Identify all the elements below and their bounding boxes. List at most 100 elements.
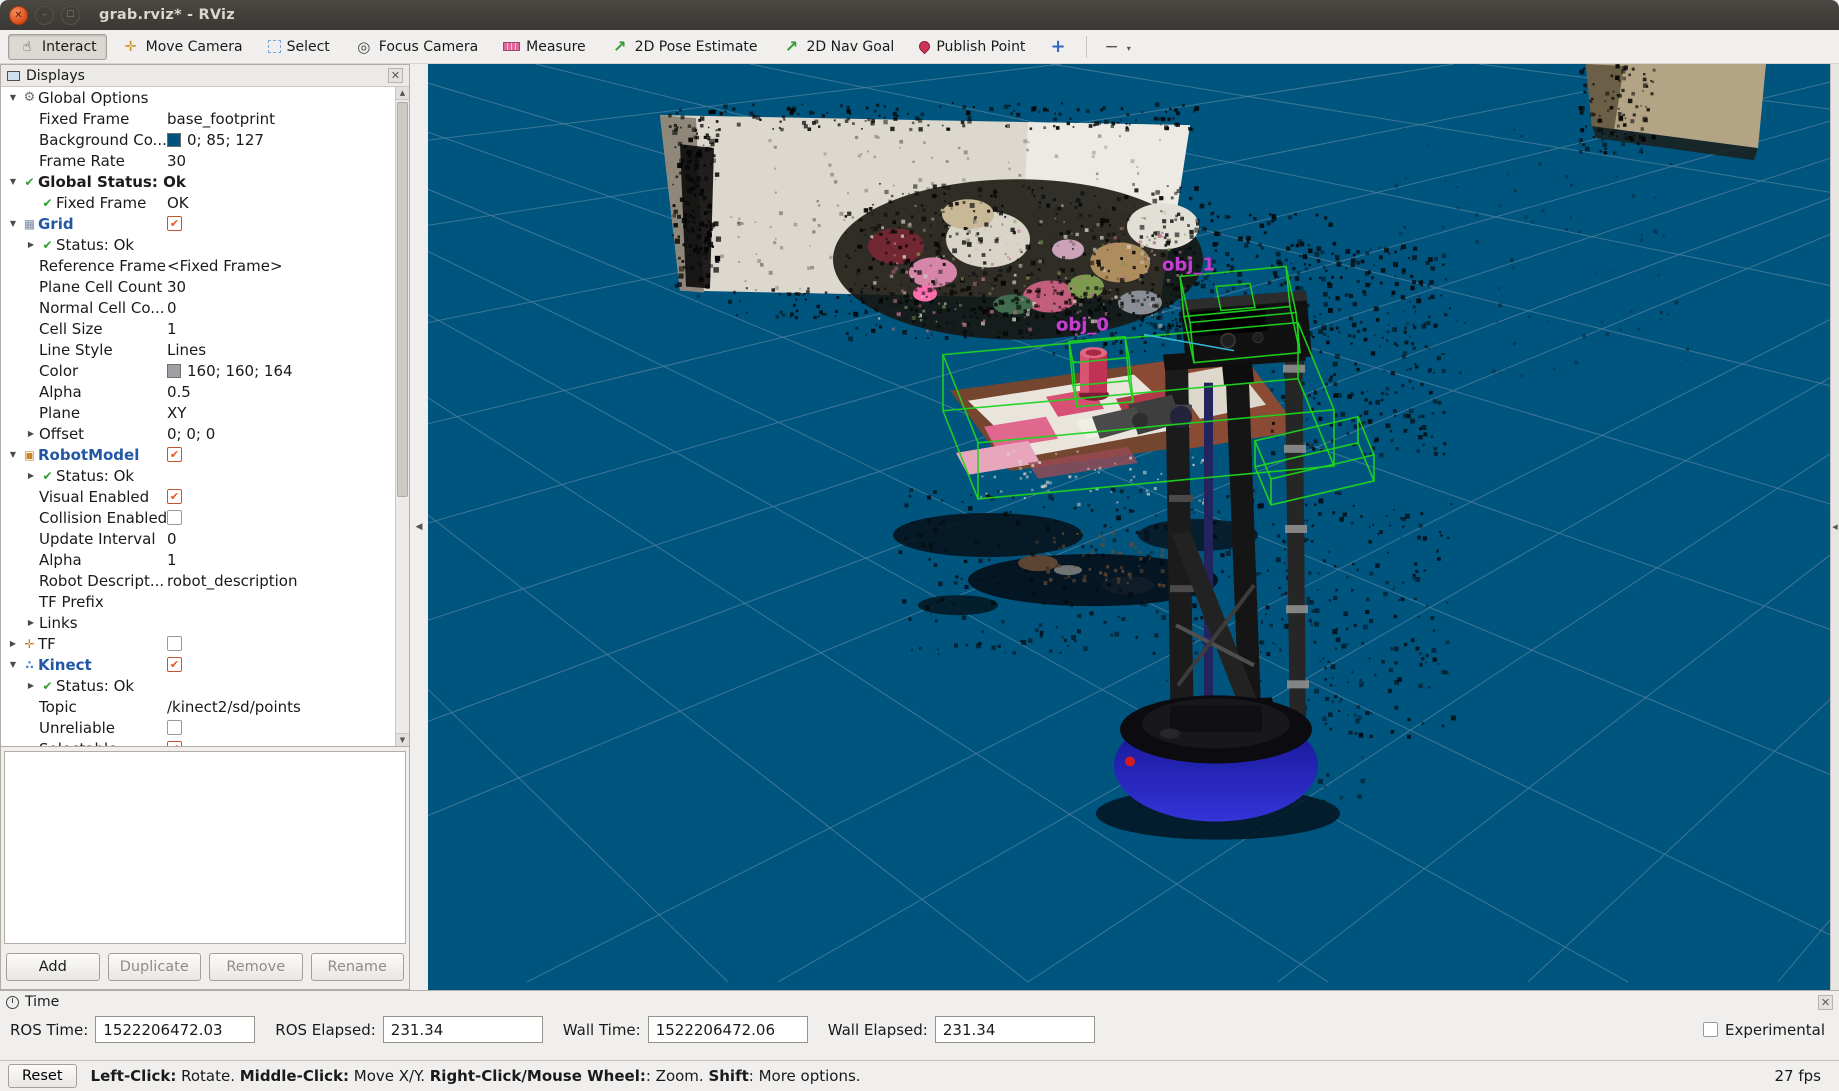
- tree-row[interactable]: Normal Cell Co...0: [1, 297, 409, 318]
- tree-row-value[interactable]: robot_description: [167, 572, 393, 590]
- tree-row-value[interactable]: base_footprint: [167, 110, 393, 128]
- tree-row[interactable]: Alpha1: [1, 549, 409, 570]
- experimental-checkbox[interactable]: [1703, 1022, 1718, 1037]
- rename-button[interactable]: Rename: [311, 953, 405, 981]
- tree-row[interactable]: Unreliable: [1, 717, 409, 738]
- tree-row[interactable]: Plane Cell Count30: [1, 276, 409, 297]
- tree-row[interactable]: ▼✔Global Status: Ok: [1, 171, 409, 192]
- tree-row-value[interactable]: XY: [167, 404, 393, 422]
- tree-row-value[interactable]: ✔: [167, 447, 393, 462]
- tree-row[interactable]: Color160; 160; 164: [1, 360, 409, 381]
- tree-row[interactable]: ▼Grid✔: [1, 213, 409, 234]
- tree-row-value[interactable]: 1: [167, 551, 393, 569]
- expander-down-icon[interactable]: ▼: [5, 219, 21, 228]
- tree-row-value[interactable]: 160; 160; 164: [167, 362, 393, 380]
- expander-right-icon[interactable]: ▶: [23, 429, 39, 438]
- tool-interact[interactable]: Interact: [8, 34, 107, 60]
- tree-row-value[interactable]: <Fixed Frame>: [167, 257, 393, 275]
- tree-row[interactable]: ▶TF: [1, 633, 409, 654]
- tree-row[interactable]: ▶✔Status: Ok: [1, 675, 409, 696]
- window-close-button[interactable]: [9, 6, 28, 25]
- tree-row-value[interactable]: /kinect2/sd/points: [167, 698, 393, 716]
- tool-publish-point[interactable]: Publish Point: [909, 35, 1035, 59]
- tool-2d-pose-estimate[interactable]: 2D Pose Estimate: [601, 34, 768, 60]
- tree-row-value[interactable]: 30: [167, 278, 393, 296]
- checkbox-unchecked[interactable]: [167, 636, 182, 651]
- expander-right-icon[interactable]: ▶: [5, 639, 21, 648]
- scroll-up-icon[interactable]: [396, 87, 409, 100]
- tree-row[interactable]: Background Co...0; 85; 127: [1, 129, 409, 150]
- expander-right-icon[interactable]: ▶: [23, 681, 39, 690]
- tree-row[interactable]: Cell Size1: [1, 318, 409, 339]
- tree-row[interactable]: Robot Descript...robot_description: [1, 570, 409, 591]
- checkbox-unchecked[interactable]: [167, 720, 182, 735]
- tool-move-camera[interactable]: Move Camera: [112, 34, 253, 60]
- chevron-down-icon[interactable]: ▾: [1127, 44, 1131, 53]
- collapse-right-icon[interactable]: [1832, 523, 1837, 531]
- tree-row[interactable]: TF Prefix: [1, 591, 409, 612]
- tree-row[interactable]: Alpha0.5: [1, 381, 409, 402]
- 3d-viewport[interactable]: obj_0 obj_1: [428, 64, 1830, 990]
- tool-measure[interactable]: Measure: [493, 35, 596, 59]
- tool-focus-camera[interactable]: Focus Camera: [345, 34, 488, 60]
- tree-row-value[interactable]: 0; 0; 0: [167, 425, 393, 443]
- tree-row[interactable]: ▶✔Status: Ok: [1, 465, 409, 486]
- scroll-thumb[interactable]: [397, 102, 408, 497]
- checkbox-checked[interactable]: ✔: [167, 657, 182, 672]
- collapse-left-icon[interactable]: [416, 522, 423, 532]
- right-dock-strip[interactable]: [1830, 64, 1839, 990]
- tree-row-value[interactable]: 1: [167, 320, 393, 338]
- checkbox-unchecked[interactable]: [167, 510, 182, 525]
- tree-row-value[interactable]: ✔: [167, 657, 393, 672]
- remove-tool-button[interactable]: −: [1097, 37, 1122, 57]
- expander-right-icon[interactable]: ▶: [23, 618, 39, 627]
- tree-row-value[interactable]: 0.5: [167, 383, 393, 401]
- time-panel-header[interactable]: Time: [0, 991, 1839, 1011]
- tree-row[interactable]: Line StyleLines: [1, 339, 409, 360]
- add-button[interactable]: Add: [6, 953, 100, 981]
- tree-row[interactable]: Selectable✔: [1, 738, 409, 747]
- time-close-icon[interactable]: [1818, 995, 1833, 1010]
- tree-row[interactable]: ▼Kinect✔: [1, 654, 409, 675]
- expander-down-icon[interactable]: ▼: [5, 660, 21, 669]
- tree-row-value[interactable]: ✔: [167, 741, 393, 747]
- tree-row[interactable]: Visual Enabled✔: [1, 486, 409, 507]
- tree-row-value[interactable]: [167, 510, 393, 525]
- expander-right-icon[interactable]: ▶: [23, 240, 39, 249]
- window-minimize-button[interactable]: [35, 6, 54, 25]
- tree-row[interactable]: ▼Global Options: [1, 87, 409, 108]
- expander-down-icon[interactable]: ▼: [5, 93, 21, 102]
- displays-panel-header[interactable]: Displays: [1, 65, 409, 87]
- tree-row-value[interactable]: ✔: [167, 216, 393, 231]
- displays-close-icon[interactable]: [388, 68, 403, 83]
- tree-row[interactable]: Update Interval0: [1, 528, 409, 549]
- expander-down-icon[interactable]: ▼: [5, 177, 21, 186]
- time-field-input[interactable]: [935, 1016, 1095, 1043]
- remove-button[interactable]: Remove: [209, 953, 303, 981]
- tree-row[interactable]: Frame Rate30: [1, 150, 409, 171]
- window-maximize-button[interactable]: [61, 6, 80, 25]
- tree-row-value[interactable]: 30: [167, 152, 393, 170]
- tree-row[interactable]: ✔Fixed FrameOK: [1, 192, 409, 213]
- checkbox-checked[interactable]: ✔: [167, 216, 182, 231]
- tree-row-value[interactable]: ✔: [167, 489, 393, 504]
- time-field-input[interactable]: [648, 1016, 808, 1043]
- tree-row[interactable]: ▶✔Status: Ok: [1, 234, 409, 255]
- time-field-input[interactable]: [383, 1016, 543, 1043]
- tree-row[interactable]: ▶Offset0; 0; 0: [1, 423, 409, 444]
- tree-row[interactable]: ▶Links: [1, 612, 409, 633]
- tree-row-value[interactable]: Lines: [167, 341, 393, 359]
- add-tool-button[interactable]: +: [1040, 36, 1075, 57]
- tree-row-value[interactable]: 0: [167, 530, 393, 548]
- tree-row-value[interactable]: 0; 85; 127: [167, 131, 393, 149]
- time-field-input[interactable]: [95, 1016, 255, 1043]
- tree-row-value[interactable]: [167, 720, 393, 735]
- reset-button[interactable]: Reset: [8, 1064, 77, 1088]
- tree-scrollbar[interactable]: [395, 87, 409, 746]
- checkbox-checked[interactable]: ✔: [167, 447, 182, 462]
- tree-row-value[interactable]: 0: [167, 299, 393, 317]
- tree-row[interactable]: Collision Enabled: [1, 507, 409, 528]
- tree-row[interactable]: Fixed Framebase_footprint: [1, 108, 409, 129]
- tool-2d-nav-goal[interactable]: 2D Nav Goal: [773, 34, 905, 60]
- tree-row[interactable]: ▼RobotModel✔: [1, 444, 409, 465]
